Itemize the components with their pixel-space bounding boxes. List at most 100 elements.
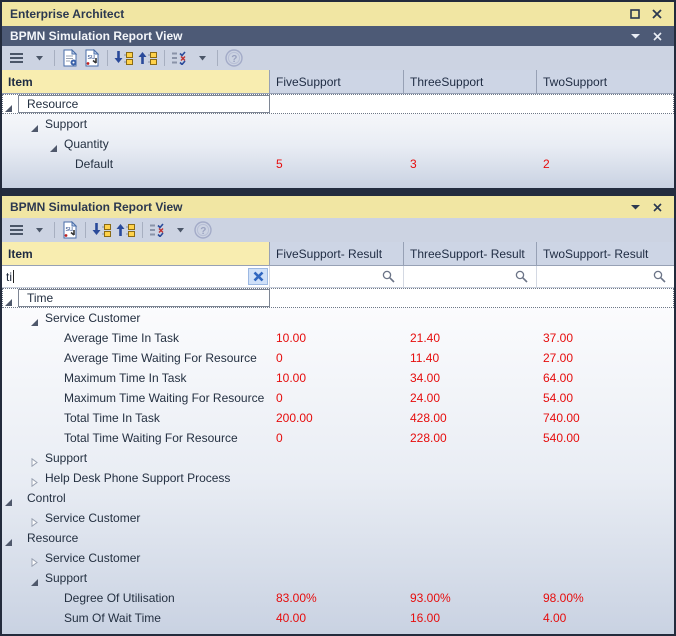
column-header-item[interactable]: Item xyxy=(2,70,270,93)
tree-row[interactable]: Sum Of Wait Time40.0016.004.00 xyxy=(2,608,674,628)
column-header-threesupport-result[interactable]: ThreeSupport- Result xyxy=(404,242,537,265)
toolbar-separator xyxy=(164,50,165,66)
tree-row[interactable]: Maximum Time Waiting For Resource024.005… xyxy=(2,388,674,408)
collapse-all-icon[interactable] xyxy=(116,220,136,240)
value-cell: 83.00% xyxy=(270,591,404,605)
export-result-icon[interactable]: su xyxy=(83,48,101,68)
tree-row[interactable]: Resource xyxy=(2,528,674,548)
tree-item-cell: Average Time Waiting For Resource xyxy=(2,348,270,368)
tree-row[interactable]: Default532 xyxy=(2,154,674,174)
tree-row[interactable]: Average Time Waiting For Resource 011.402… xyxy=(2,348,674,368)
tree-row[interactable]: Average Time In Task10.0021.4037.00 xyxy=(2,328,674,348)
value-cell: 740.00 xyxy=(537,411,674,425)
column-header-twosupport[interactable]: TwoSupport xyxy=(537,70,674,93)
value-cell: 21.40 xyxy=(404,331,537,345)
value-cell: 16.00 xyxy=(404,611,537,625)
tree-item-cell: Maximum Time Waiting For Resource xyxy=(2,388,270,408)
toolbar: su ? xyxy=(2,46,674,70)
tree-row-label: Average Time Waiting For Resource xyxy=(64,351,257,365)
field-chooser-icon[interactable] xyxy=(171,48,189,68)
tree-row[interactable]: Total Time In Task200.00428.00740.00 xyxy=(2,408,674,428)
tree-row[interactable]: Support xyxy=(2,114,674,134)
twosupport-search-field[interactable] xyxy=(537,266,674,287)
column-header-twosupport-result[interactable]: TwoSupport- Result xyxy=(537,242,674,265)
tree-row[interactable]: Service Customer xyxy=(2,548,674,568)
fivesupport-search-field[interactable] xyxy=(270,266,404,287)
close-icon[interactable] xyxy=(646,198,668,216)
tree-row[interactable]: Service Customer xyxy=(2,308,674,328)
value-cell: 200.00 xyxy=(270,411,404,425)
value-cell: 5 xyxy=(270,157,404,171)
menu-icon[interactable] xyxy=(8,48,26,68)
expand-all-icon[interactable] xyxy=(114,48,134,68)
expand-all-icon[interactable] xyxy=(92,220,112,240)
toolbar-separator xyxy=(217,50,218,66)
value-cell: 0 xyxy=(270,351,404,365)
value-cell: 54.00 xyxy=(537,391,674,405)
close-icon[interactable] xyxy=(646,27,668,45)
tree-row-label: Quantity xyxy=(64,137,109,151)
panel-separator xyxy=(2,188,674,196)
dropdown-caret-icon[interactable] xyxy=(193,48,211,68)
toolbar-separator xyxy=(85,222,86,238)
help-icon[interactable]: ? xyxy=(224,48,244,68)
item-filter-input[interactable]: ti xyxy=(2,266,270,287)
value-cell: 98.00% xyxy=(537,591,674,605)
tree-row[interactable]: Support xyxy=(2,568,674,588)
tree-row[interactable]: Total Time Waiting For Resource0228.0054… xyxy=(2,428,674,448)
close-icon[interactable] xyxy=(646,5,668,23)
tree-row-label: Average Time In Task xyxy=(64,331,179,345)
dropdown-caret-icon[interactable] xyxy=(30,220,48,240)
export-result-icon[interactable]: su xyxy=(61,220,79,240)
dropdown-caret-icon[interactable] xyxy=(30,48,48,68)
tree-row-label: Maximum Time In Task xyxy=(64,371,186,385)
value-cell: 27.00 xyxy=(537,351,674,365)
item-filter-value: ti xyxy=(2,270,12,284)
dropdown-caret-icon[interactable] xyxy=(624,198,646,216)
column-header-fivesupport[interactable]: FiveSupport xyxy=(270,70,404,93)
field-chooser-icon[interactable] xyxy=(149,220,167,240)
report-panel-top: BPMN Simulation Report View su xyxy=(2,26,674,188)
tree-row-label: Resource xyxy=(27,97,78,111)
value-cell: 0 xyxy=(270,431,404,445)
tree-row[interactable]: Degree Of Utilisation83.00%93.00%98.00% xyxy=(2,588,674,608)
column-header-threesupport[interactable]: ThreeSupport xyxy=(404,70,537,93)
tree-row[interactable]: Help Desk Phone Support Process xyxy=(2,468,674,488)
tree-row-label: Sum Of Wait Time xyxy=(64,611,161,625)
tree-item-cell: Default xyxy=(2,154,270,174)
search-icon xyxy=(653,270,666,288)
menu-icon[interactable] xyxy=(8,220,26,240)
tree-row-label: Time xyxy=(27,291,53,305)
value-cell: 0 xyxy=(270,391,404,405)
column-header-item[interactable]: Item xyxy=(2,242,270,265)
value-cell: 228.00 xyxy=(404,431,537,445)
tree-row[interactable]: Resource xyxy=(2,94,674,114)
tree-item-cell: Sum Of Wait Time xyxy=(2,608,270,628)
tree-item-cell: Average Time In Task xyxy=(2,328,270,348)
svg-text:?: ? xyxy=(200,226,206,237)
dropdown-caret-icon[interactable] xyxy=(171,220,189,240)
tree-row-label: Service Customer xyxy=(45,551,140,565)
maximize-icon[interactable] xyxy=(624,5,646,23)
value-cell: 11.40 xyxy=(404,351,537,365)
collapse-all-icon[interactable] xyxy=(138,48,158,68)
tree-row[interactable]: Maximum Time In Task10.0034.0064.00 xyxy=(2,368,674,388)
generate-report-icon[interactable] xyxy=(61,48,79,68)
tree-row[interactable]: Time xyxy=(2,288,674,308)
tree-item-cell: Maximum Time In Task xyxy=(2,368,270,388)
tree-row-label: Default xyxy=(75,157,113,171)
dropdown-caret-icon[interactable] xyxy=(624,27,646,45)
column-header-fivesupport-result[interactable]: FiveSupport- Result xyxy=(270,242,404,265)
tree-row[interactable]: Control xyxy=(2,488,674,508)
value-cell: 3 xyxy=(404,157,537,171)
tree-row[interactable]: Support xyxy=(2,448,674,468)
value-cell: 37.00 xyxy=(537,331,674,345)
tree-item-cell: Control xyxy=(2,488,270,508)
selected-cell-box xyxy=(18,289,270,307)
value-cell: 428.00 xyxy=(404,411,537,425)
tree-row[interactable]: Quantity xyxy=(2,134,674,154)
help-icon[interactable]: ? xyxy=(193,220,213,240)
tree-row[interactable]: Service Customer xyxy=(2,508,674,528)
clear-filter-icon[interactable] xyxy=(248,268,268,285)
threesupport-search-field[interactable] xyxy=(404,266,537,287)
